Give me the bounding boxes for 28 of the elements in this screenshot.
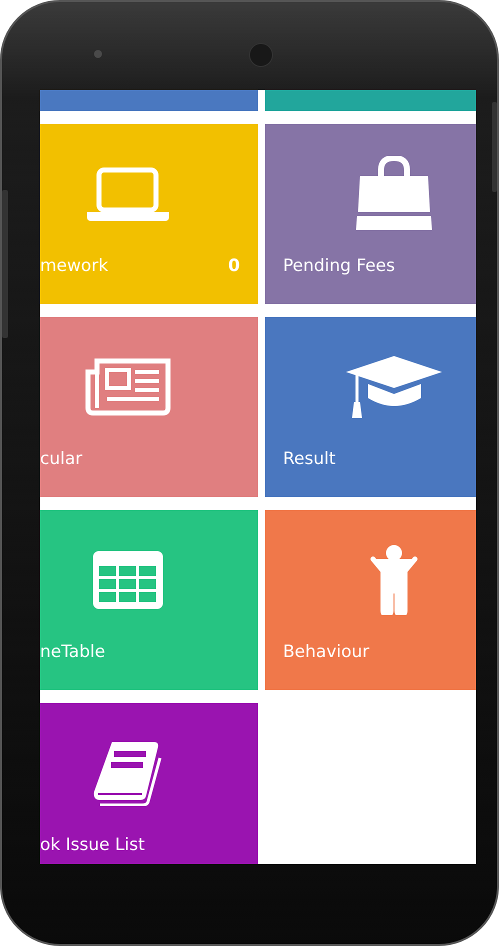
menu-tile[interactable]	[40, 90, 258, 111]
laptop-icon	[87, 167, 169, 221]
menu-tile[interactable]: Result	[265, 317, 476, 497]
tile-label: Result	[283, 449, 336, 469]
newspaper-icon	[85, 358, 171, 416]
menu-tile[interactable]: neTable	[40, 510, 258, 690]
shopping-bag-icon	[356, 156, 432, 232]
menu-tile[interactable]: mework 0	[40, 124, 258, 304]
table-icon	[93, 551, 163, 609]
tile-label: ok Issue List	[40, 835, 145, 855]
tile-label: Behaviour	[283, 642, 370, 662]
count-label: 0	[228, 256, 240, 276]
tile-label: mework	[40, 256, 108, 276]
tile-label: Pending Fees	[283, 256, 395, 276]
menu-tile[interactable]	[265, 90, 476, 111]
sensor-dot-icon	[94, 50, 102, 58]
side-button[interactable]	[2, 190, 8, 338]
graduation-cap-icon	[345, 354, 443, 420]
tile-label: neTable	[40, 642, 106, 662]
person-arms-up-icon	[369, 545, 419, 615]
side-button[interactable]	[492, 102, 497, 192]
menu-tile[interactable]: Pending Fees	[265, 124, 476, 304]
menu-tile[interactable]: ok Issue List	[40, 703, 258, 864]
camera-icon	[249, 43, 273, 67]
book-icon	[92, 740, 164, 806]
menu-tile[interactable]: Behaviour	[265, 510, 476, 690]
menu-tile[interactable]: cular	[40, 317, 258, 497]
tile-label: cular	[40, 449, 82, 469]
